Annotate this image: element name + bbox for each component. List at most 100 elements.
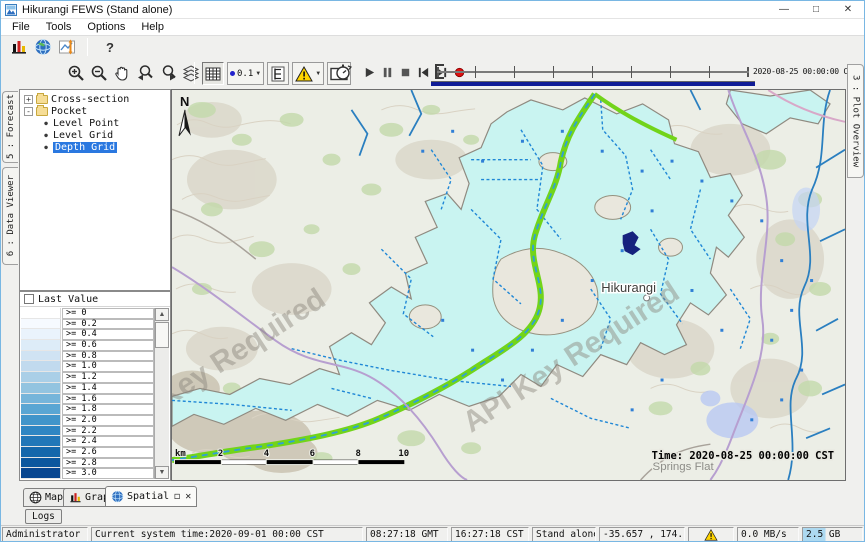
warning-dropdown[interactable]: ▼ <box>292 62 324 85</box>
legend-row[interactable]: >= 2.2 <box>21 426 154 437</box>
legend-row[interactable]: >= 0.8 <box>21 351 154 362</box>
slider-tick <box>709 66 710 78</box>
tree-node-cross-section[interactable]: + Cross-section <box>20 93 170 105</box>
expand-icon[interactable]: + <box>24 95 33 104</box>
tree-leaf-depth-grid[interactable]: ● Depth Grid <box>20 141 170 153</box>
zoom-out-icon[interactable] <box>88 63 110 83</box>
status-mode: Stand alone <box>532 527 596 542</box>
legend-row[interactable]: >= 2.0 <box>21 415 154 426</box>
legend-row[interactable]: >= 2.8 <box>21 458 154 469</box>
menu-tools[interactable]: Tools <box>38 21 80 33</box>
sidebar-tab-forecast[interactable]: 5 : Forecast <box>2 91 18 163</box>
legend-row[interactable]: >= 0.4 <box>21 329 154 340</box>
slider-tick <box>514 66 515 78</box>
globe-blue-icon <box>111 490 124 503</box>
tree-leaf-label-selected: Depth Grid <box>53 142 117 153</box>
sidebar-tab-plot-overview[interactable]: 3 : Plot Overview <box>847 64 864 178</box>
status-network-speed: 0.0 MB/s <box>737 527 799 542</box>
slider-tick <box>475 66 476 78</box>
tree-node-pocket[interactable]: - Pocket <box>20 105 170 117</box>
time-slider[interactable] <box>437 62 749 88</box>
zoom-previous-icon[interactable] <box>134 63 156 83</box>
legend-color-swatch <box>21 361 61 372</box>
legend-row[interactable]: >= 1.2 <box>21 372 154 383</box>
logs-button[interactable]: Logs <box>25 509 62 524</box>
timeline-datetime: 2020-08-25 00:00:00 CST <box>753 67 857 76</box>
stop-icon[interactable] <box>396 64 414 80</box>
status-memory-gauge[interactable]: 2.5 GB <box>802 527 863 542</box>
sidebar-tab-label: 3 : Plot Overview <box>851 75 861 167</box>
step-back-icon[interactable] <box>414 64 432 80</box>
menu-help[interactable]: Help <box>133 21 172 33</box>
play-icon[interactable] <box>360 64 378 80</box>
legend-threshold-label: >= 1.6 <box>62 394 154 405</box>
legend-row[interactable]: >= 1.0 <box>21 361 154 372</box>
scale-tick: 8 <box>355 449 360 459</box>
last-value-label: Last Value <box>38 294 98 305</box>
pause-icon[interactable] <box>378 64 396 80</box>
legend-color-swatch <box>21 394 61 405</box>
status-warning[interactable] <box>688 527 734 542</box>
zoom-in-icon[interactable] <box>65 63 87 83</box>
status-system-time: Current system time:2020-09-01 00:00 CST <box>91 527 363 542</box>
legend-row[interactable]: >= 2.6 <box>21 447 154 458</box>
slider-handle[interactable] <box>435 64 444 79</box>
scrollbar-thumb[interactable] <box>155 322 169 348</box>
scale-unit: km <box>175 449 186 459</box>
tree-leaf-level-point[interactable]: ● Level Point <box>20 117 170 129</box>
north-label: N <box>180 94 189 109</box>
legend-row[interactable]: >= 2.4 <box>21 436 154 447</box>
scroll-down-icon[interactable]: ▼ <box>155 466 169 479</box>
tree-node-label: Cross-section <box>51 94 129 105</box>
logs-label: Logs <box>32 511 55 522</box>
legend-threshold-label: >= 1.8 <box>62 404 154 415</box>
grid-display-button[interactable] <box>202 62 224 85</box>
legend-row[interactable]: >= 1.4 <box>21 383 154 394</box>
collapse-icon[interactable]: - <box>24 107 33 116</box>
last-value-checkbox[interactable] <box>24 294 34 304</box>
profile-graph-icon[interactable] <box>55 37 79 57</box>
map-canvas[interactable]: API Key Required API Key Required Hikura… <box>172 90 845 480</box>
status-gmt-time: 08:27:18 GMT <box>366 527 448 542</box>
legend-row[interactable]: >= 0 <box>21 308 154 319</box>
help-icon[interactable]: ? <box>106 40 114 55</box>
bar-chart-icon[interactable] <box>7 37 31 57</box>
tree-node-label: Pocket <box>51 106 87 117</box>
sidebar-tab-data-viewer[interactable]: 6 : Data Viewer <box>2 167 18 265</box>
app-window: Hikurangi FEWS (Stand alone) — □ ✕ File … <box>0 0 865 542</box>
scroll-up-icon[interactable]: ▲ <box>155 308 169 321</box>
chevron-down-icon: ▼ <box>255 71 261 77</box>
tab-float-icon[interactable]: ◻ <box>174 491 180 502</box>
timer-icon[interactable] <box>334 64 352 80</box>
status-bar: Administrator Current system time:2020-0… <box>1 525 864 542</box>
tab-close-icon[interactable]: ✕ <box>185 491 191 502</box>
legend-row[interactable]: >= 0.2 <box>21 319 154 330</box>
legend-threshold-label: >= 1.2 <box>62 372 154 383</box>
menu-file[interactable]: File <box>4 21 38 33</box>
legend-threshold-label: >= 0.6 <box>62 340 154 351</box>
legend-row[interactable]: >= 0.6 <box>21 340 154 351</box>
tab-spatial[interactable]: Spatial ◻ ✕ <box>105 486 197 507</box>
close-button[interactable]: ✕ <box>832 1 864 18</box>
minimize-button[interactable]: — <box>768 1 800 18</box>
zoom-next-icon[interactable] <box>157 63 179 83</box>
place-label: Springs Flat <box>653 461 715 473</box>
maximize-button[interactable]: □ <box>800 1 832 18</box>
tree-leaf-level-grid[interactable]: ● Level Grid <box>20 129 170 141</box>
toolbar-divider <box>87 38 88 56</box>
legend-header: Last Value <box>20 292 170 307</box>
globe-icon[interactable] <box>31 37 55 57</box>
layers-icon[interactable] <box>180 63 202 83</box>
warning-icon <box>704 529 718 541</box>
legend-row[interactable]: >= 3.0 <box>21 468 154 479</box>
legend-row[interactable]: >= 1.6 <box>21 394 154 405</box>
legend-row[interactable]: >= 1.8 <box>21 404 154 415</box>
legend-scrollbar[interactable]: ▲ ▼ <box>154 308 169 479</box>
display-tools: 0.1 ▼ ▼ <box>202 62 351 85</box>
profile-scale-button[interactable] <box>267 62 289 85</box>
menu-options[interactable]: Options <box>79 21 133 33</box>
threshold-dropdown[interactable]: 0.1 ▼ <box>227 62 264 85</box>
slider-groove <box>437 71 749 73</box>
pan-hand-icon[interactable] <box>111 63 133 83</box>
legend-rows: >= 0>= 0.2>= 0.4>= 0.6>= 0.8>= 1.0>= 1.2… <box>21 308 154 479</box>
